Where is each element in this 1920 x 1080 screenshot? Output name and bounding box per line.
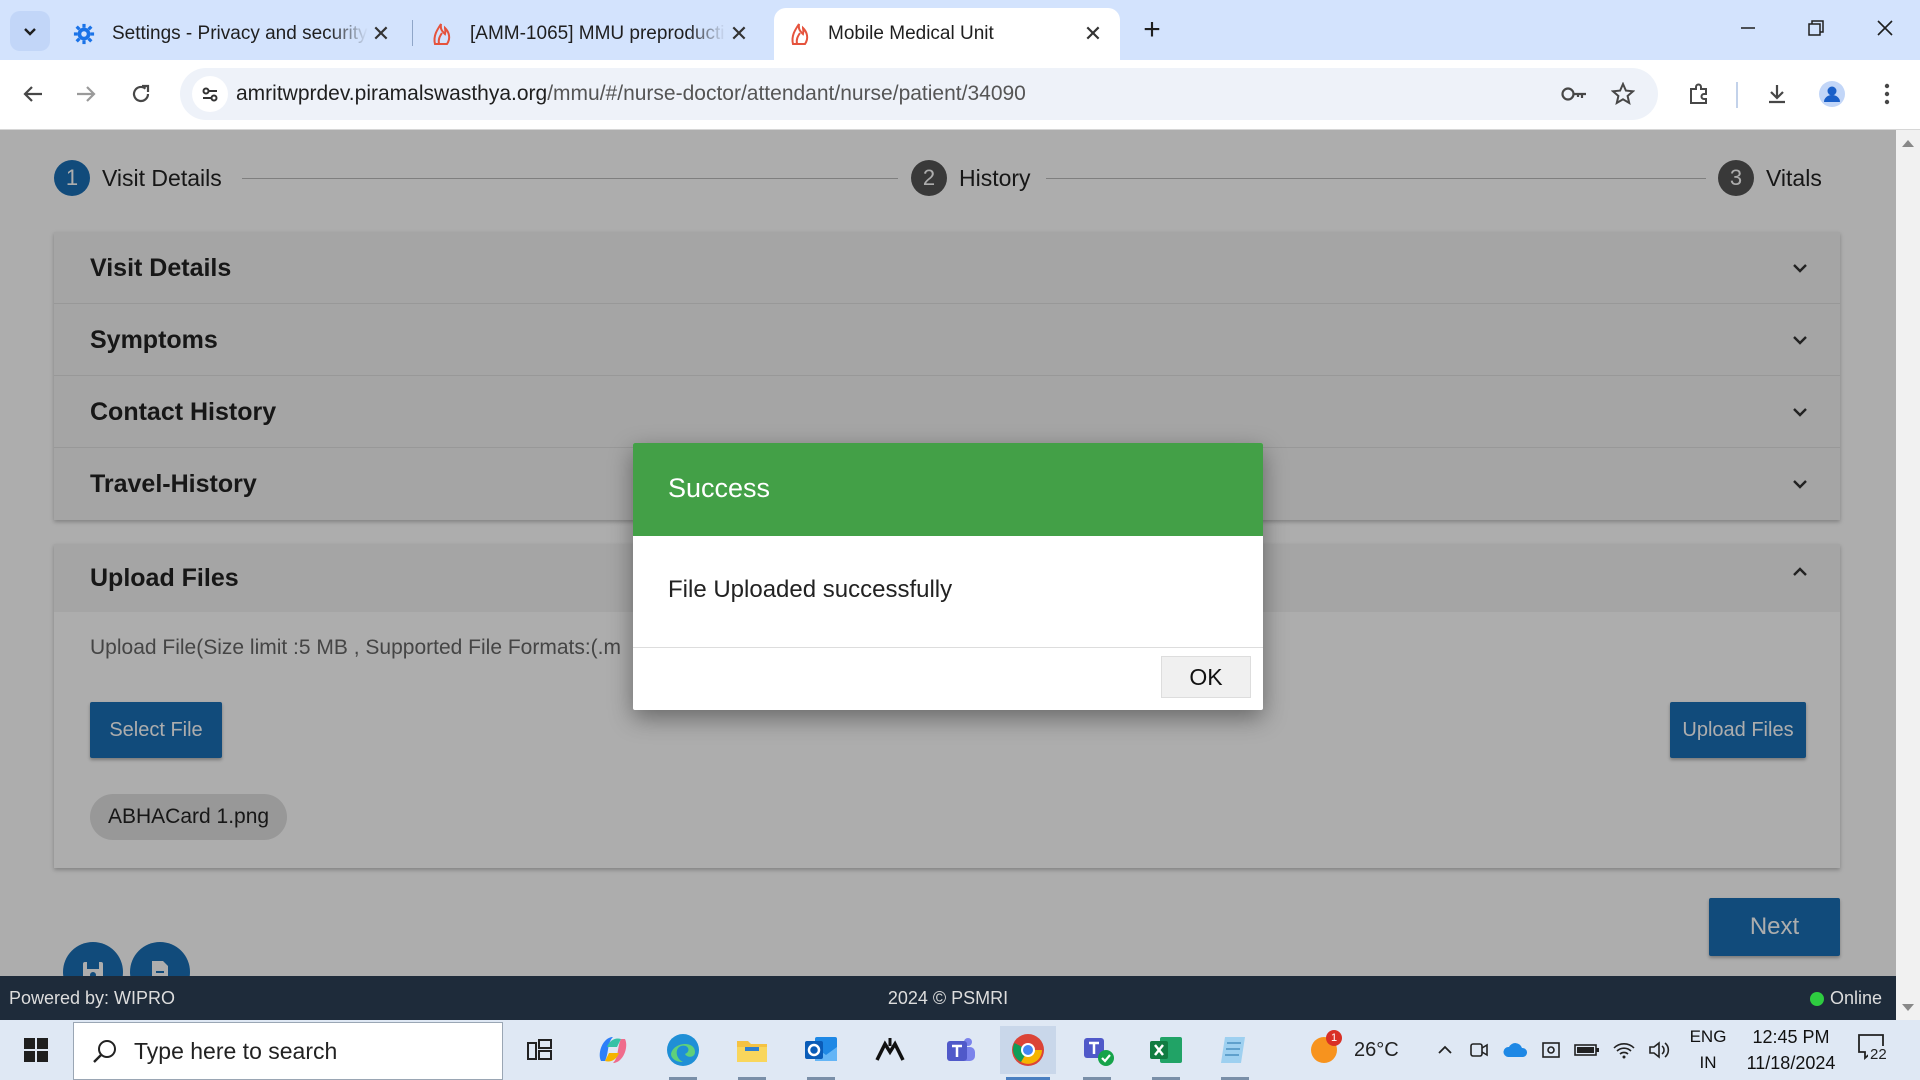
gear-icon: [72, 22, 96, 46]
notepad-icon[interactable]: [1207, 1026, 1263, 1080]
language-line-2: IN: [1699, 1053, 1717, 1072]
onedrive-cloud-icon[interactable]: [1502, 1041, 1528, 1059]
tab-search-button[interactable]: [10, 11, 50, 51]
forward-button[interactable]: [66, 74, 106, 114]
minimize-icon: [1741, 27, 1755, 29]
browser-tab-strip: Settings - Privacy and security ✕ [AMM-1…: [0, 0, 1920, 60]
outlook-icon[interactable]: [793, 1026, 849, 1080]
extensions-puzzle-icon[interactable]: [1680, 75, 1718, 113]
close-icon[interactable]: ✕: [1080, 21, 1106, 47]
taskbar-search-placeholder: Type here to search: [134, 1037, 338, 1064]
arrow-right-icon: [77, 86, 96, 102]
tab-jira[interactable]: [AMM-1065] MMU preproducti ✕: [416, 8, 766, 60]
teams-icon[interactable]: [931, 1026, 987, 1074]
new-tab-button[interactable]: +: [1134, 12, 1170, 48]
notification-count: 22: [1868, 1046, 1889, 1063]
online-status-label: Online: [1829, 988, 1882, 1008]
security-icon[interactable]: [1540, 1039, 1562, 1061]
page-scrollbar[interactable]: [1896, 130, 1920, 1020]
clock-time: 12:45 PM: [1752, 1027, 1830, 1047]
footer-copyright: 2024 © PSMRI: [887, 988, 1009, 1008]
copilot-icon[interactable]: [585, 1026, 641, 1074]
tab-settings[interactable]: Settings - Privacy and security ✕: [58, 8, 408, 60]
bookmark-star-icon[interactable]: [1607, 78, 1639, 110]
chevron-up-icon[interactable]: [1436, 1041, 1454, 1059]
tab-mobile-medical-unit[interactable]: Mobile Medical Unit ✕: [774, 8, 1120, 60]
notification-icon: 22: [1856, 1032, 1892, 1068]
reload-icon: [132, 84, 150, 103]
tab-title: Settings - Privacy and security: [112, 23, 368, 44]
windows-taskbar: Type here to search 1 26°C ENG IN 12:45 …: [0, 1020, 1920, 1080]
dialog-message: File Uploaded successfully: [633, 536, 1263, 648]
search-icon: [93, 1040, 116, 1063]
arrow-left-icon: [23, 86, 42, 102]
toolbar-separator: [1736, 82, 1738, 108]
close-icon[interactable]: ✕: [368, 21, 394, 47]
chevron-down-icon: [24, 28, 36, 36]
profile-avatar-icon[interactable]: [1813, 75, 1851, 113]
minimize-button[interactable]: [1720, 6, 1776, 50]
app-pinned-icon[interactable]: [862, 1026, 918, 1074]
clock-date: 11/18/2024: [1746, 1053, 1836, 1073]
battery-icon[interactable]: [1574, 1042, 1600, 1058]
url-text: amritwprdev.piramalswasthya.org/mmu/#/nu…: [236, 82, 1026, 106]
weather-badge: 1: [1326, 1030, 1342, 1046]
app-flame-icon: [788, 22, 812, 46]
password-key-icon[interactable]: [1558, 78, 1590, 110]
download-icon[interactable]: [1758, 75, 1796, 113]
scroll-down-icon[interactable]: [1902, 1004, 1914, 1011]
wifi-icon[interactable]: [1612, 1040, 1636, 1060]
app-footer: Powered by: WIPRO 2024 © PSMRI Online: [0, 976, 1896, 1020]
tab-separator: [412, 20, 413, 46]
reload-button[interactable]: [121, 74, 161, 114]
url-path: /mmu/#/nurse-doctor/attendant/nurse/pati…: [547, 82, 1026, 105]
language-indicator[interactable]: ENG IN: [1686, 1024, 1730, 1076]
volume-icon[interactable]: [1648, 1040, 1672, 1060]
notification-center[interactable]: 22: [1856, 1020, 1892, 1080]
chrome-icon[interactable]: [1000, 1026, 1056, 1080]
edge-icon[interactable]: [655, 1026, 711, 1080]
teams-work-icon[interactable]: [1069, 1026, 1125, 1080]
online-status: Online: [1809, 988, 1882, 1009]
success-dialog: Success File Uploaded successfully OK: [633, 443, 1263, 710]
restore-button[interactable]: [1788, 6, 1844, 50]
file-explorer-icon[interactable]: [724, 1026, 780, 1080]
system-tray: [1436, 1020, 1672, 1080]
weather-sun-icon: 1: [1308, 1030, 1342, 1066]
browser-toolbar: amritwprdev.piramalswasthya.org/mmu/#/nu…: [0, 60, 1920, 130]
close-icon[interactable]: ✕: [726, 21, 752, 47]
scroll-up-icon[interactable]: [1902, 140, 1914, 147]
meet-camera-icon[interactable]: [1468, 1039, 1490, 1061]
weather-widget[interactable]: 1 26°C: [1308, 1020, 1399, 1080]
taskbar-search-box[interactable]: Type here to search: [73, 1022, 503, 1080]
address-bar[interactable]: amritwprdev.piramalswasthya.org/mmu/#/nu…: [180, 68, 1658, 120]
language-line-1: ENG: [1689, 1027, 1727, 1046]
app-flame-icon: [430, 22, 454, 46]
task-view-icon[interactable]: [512, 1026, 568, 1074]
weather-temperature: 26°C: [1354, 1038, 1399, 1061]
windows-logo-icon: [24, 1038, 48, 1062]
tab-title: Mobile Medical Unit: [828, 23, 994, 44]
excel-icon[interactable]: [1138, 1026, 1194, 1080]
dialog-title: Success: [633, 443, 1263, 536]
close-icon: [1877, 20, 1893, 36]
tab-title: [AMM-1065] MMU preproducti: [470, 23, 725, 44]
back-button[interactable]: [13, 74, 53, 114]
restore-icon: [1808, 20, 1824, 36]
site-info-icon[interactable]: [192, 76, 228, 112]
window-close-button[interactable]: [1857, 6, 1913, 50]
browser-menu-icon[interactable]: [1868, 75, 1906, 113]
url-host: amritwprdev.piramalswasthya.org: [236, 82, 548, 105]
online-dot-icon: [1809, 991, 1824, 1006]
ok-button[interactable]: OK: [1161, 656, 1251, 698]
clock[interactable]: 12:45 PM 11/18/2024: [1736, 1024, 1846, 1076]
start-button[interactable]: [0, 1020, 72, 1080]
